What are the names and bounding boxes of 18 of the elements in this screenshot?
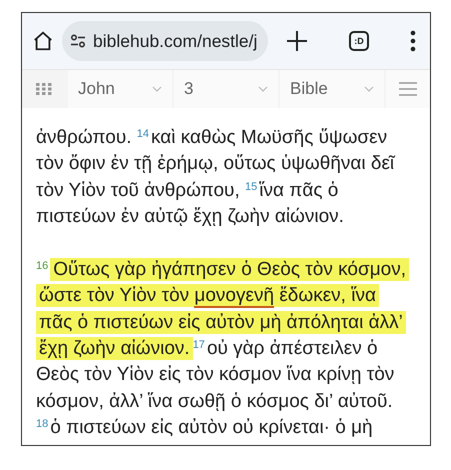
dropdown-select[interactable]: 3 xyxy=(174,70,278,108)
site-settings-icon[interactable] xyxy=(70,34,86,48)
url-text: biblehub.com/nestle/j xyxy=(93,30,258,52)
new-tab-button[interactable] xyxy=(286,30,308,52)
dropdown-select[interactable]: Bible xyxy=(280,70,384,108)
home-button[interactable] xyxy=(32,30,54,52)
tab-switcher-button[interactable]: :D xyxy=(349,31,369,51)
chevron-icon xyxy=(152,86,162,92)
plus-icon xyxy=(286,30,308,52)
more-icon xyxy=(410,30,416,52)
dropdown-select[interactable]: John xyxy=(68,70,172,108)
grid-icon[interactable] xyxy=(36,83,52,95)
address-bar[interactable]: biblehub.com/nestle/j xyxy=(62,21,268,61)
menu-button[interactable] xyxy=(410,30,416,52)
menu-icon[interactable] xyxy=(399,82,417,96)
chevron-icon xyxy=(364,86,374,92)
verse-paragraph: ἀνθρώπου. $^{14}$ καὶ καθὼς Μωϋσῆς ὕψωσεν τὸν ὄφιν ἐν τῇ ἐρήμῳ, οὕτως ὑψωθῆναι δεῖ τὸν Υἱὸν τοῦ ἀνθρώπου, $^{15}$ἵνα πᾶς ὁ πιστεύων ἐν αὐτῷ ἔχῃ ζωὴν αἰώνιον. xyxy=(36,126,396,229)
chevron-icon xyxy=(258,86,268,92)
